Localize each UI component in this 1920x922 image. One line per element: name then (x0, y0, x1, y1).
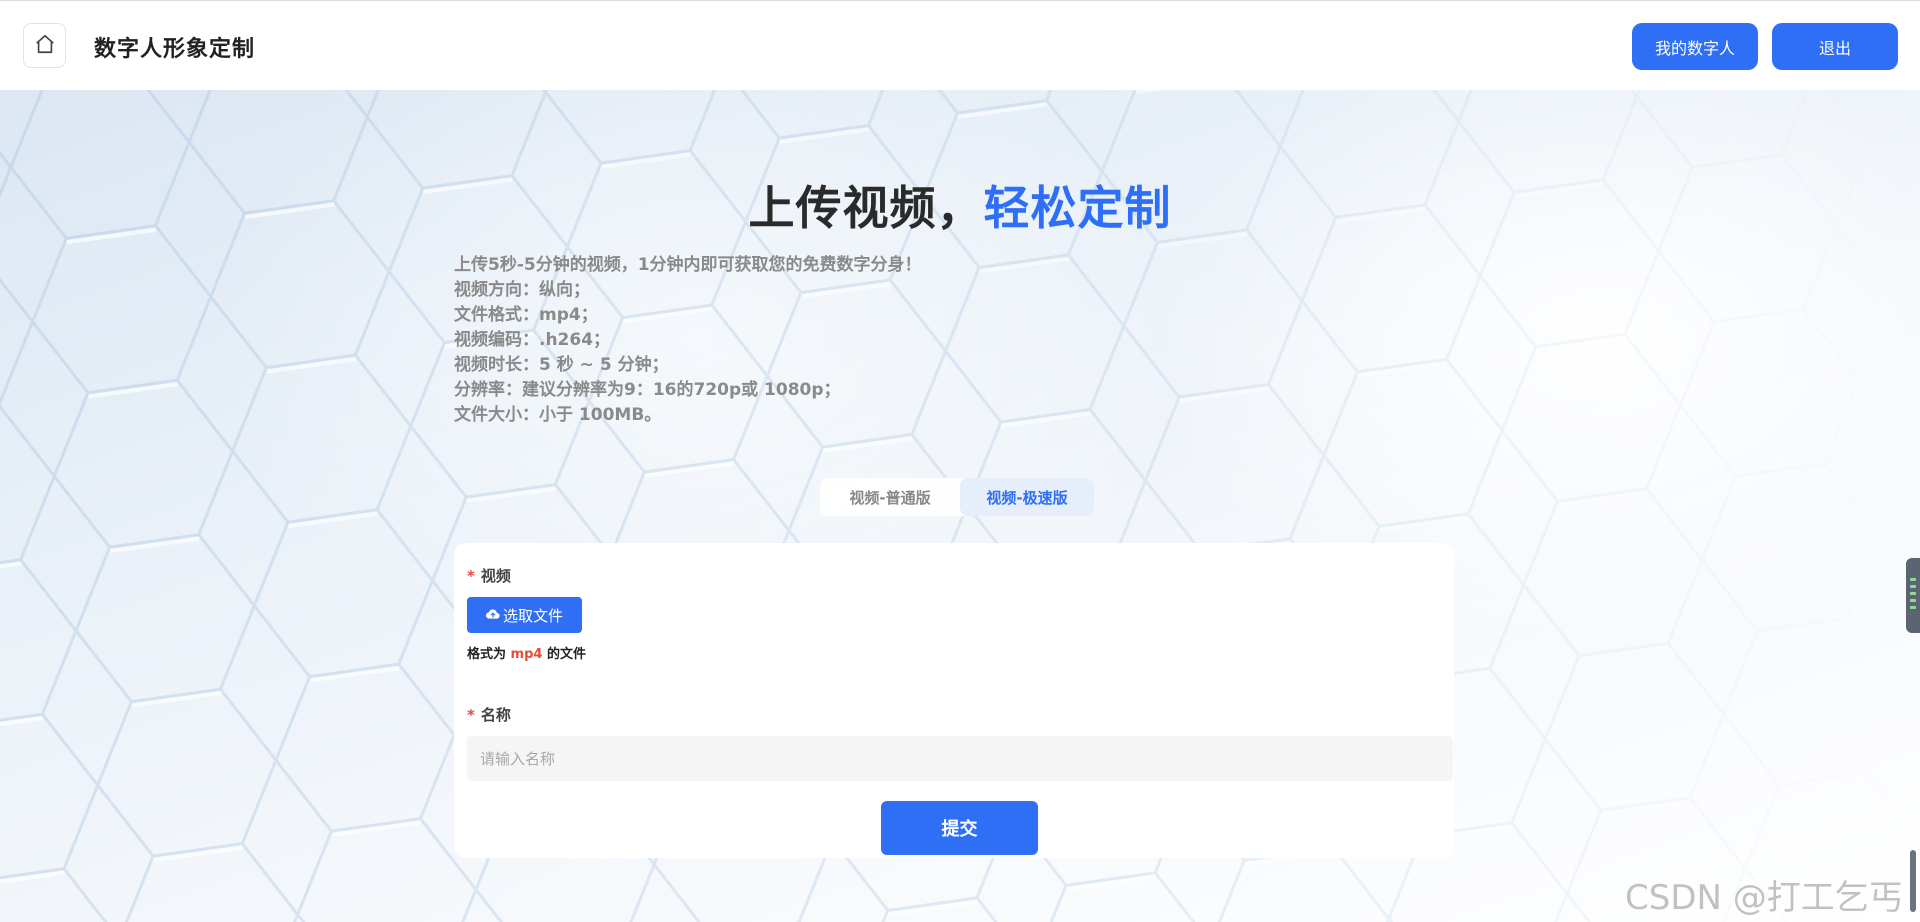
home-icon (34, 33, 56, 59)
format-hint: 格式为 mp4 的文件 (467, 643, 586, 662)
tab-normal[interactable]: 视频-普通版 (820, 478, 960, 516)
required-mark: * (467, 706, 475, 724)
requirement-line: 文件大小：小于 100MB。 (454, 405, 662, 425)
app-title: 数字人形象定制 (94, 37, 256, 62)
hint-suffix: 的文件 (546, 647, 586, 662)
scrollbar-handle[interactable] (1910, 850, 1916, 912)
requirement-line: 视频编码：.h264； (454, 330, 611, 350)
requirement-line: 上传5秒-5分钟的视频，1分钟内即可获取您的免费数字分身！ (454, 255, 922, 275)
my-digital-human-button[interactable]: 我的数字人 (1632, 23, 1758, 70)
upload-form: * 视频 选取文件 格式为 mp4 的文件 * 名称 提交 (454, 543, 1454, 858)
name-label-text: 名称 (480, 706, 511, 724)
requirement-line: 文件格式：mp4； (454, 305, 598, 325)
name-field-label: * 名称 (467, 704, 511, 725)
cloud-upload-icon (485, 606, 500, 624)
video-field-label: * 视频 (467, 565, 511, 586)
logout-button[interactable]: 退出 (1772, 23, 1898, 70)
submit-button[interactable]: 提交 (881, 801, 1038, 855)
hint-prefix: 格式为 (467, 647, 507, 662)
video-label-text: 视频 (480, 567, 511, 585)
hero-title-main: 上传视频， (748, 181, 984, 235)
requirements-list: 上传5秒-5分钟的视频，1分钟内即可获取您的免费数字分身！ 视频方向：纵向； 文… (454, 253, 922, 428)
hero-title-accent: 轻松定制 (983, 181, 1172, 235)
hint-format: mp4 (510, 647, 543, 662)
version-tabs: 视频-普通版 视频-极速版 (820, 478, 1094, 516)
name-input[interactable] (467, 736, 1453, 781)
side-widget[interactable] (1906, 558, 1920, 633)
home-button[interactable] (23, 23, 66, 68)
top-header: 数字人形象定制 我的数字人 退出 (0, 1, 1920, 90)
tab-fast[interactable]: 视频-极速版 (960, 478, 1094, 516)
requirement-line: 视频时长：5 秒 ~ 5 分钟； (454, 355, 669, 375)
requirement-line: 视频方向：纵向； (454, 280, 590, 300)
hero-title: 上传视频，轻松定制 (0, 172, 1920, 238)
required-mark: * (467, 567, 475, 585)
requirement-line: 分辨率：建议分辨率为9：16的720p或 1080p； (454, 380, 841, 400)
select-file-button[interactable]: 选取文件 (467, 597, 582, 633)
watermark: CSDN @打工乞丐 (1625, 878, 1903, 918)
select-file-label: 选取文件 (502, 606, 563, 625)
